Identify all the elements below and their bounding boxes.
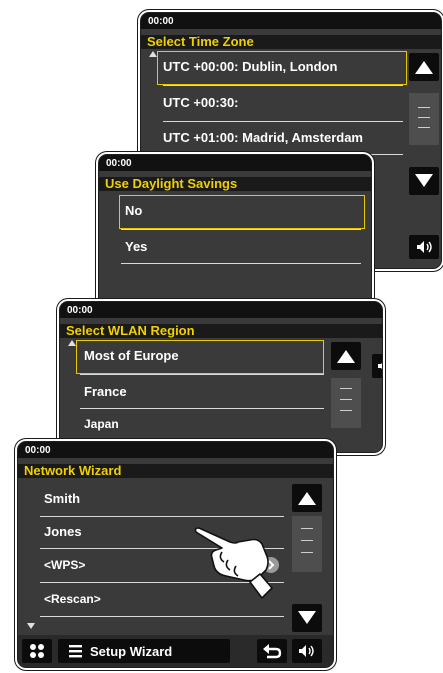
menu-button[interactable] xyxy=(22,639,52,663)
timezone-item[interactable]: UTC +00:30: xyxy=(163,95,239,110)
network-item[interactable]: <WPS> xyxy=(44,558,85,572)
scroll-thumb-grip xyxy=(301,552,313,553)
status-clock: 00:00 xyxy=(99,155,371,171)
setup-wizard-label: Setup Wizard xyxy=(90,644,173,659)
wlan-region-item[interactable]: Japan xyxy=(84,417,119,431)
status-clock: 00:00 xyxy=(18,442,333,458)
scroll-up-indicator-icon xyxy=(149,51,157,57)
volume-button[interactable] xyxy=(292,639,322,663)
return-arrow-icon xyxy=(263,644,282,659)
volume-button[interactable] xyxy=(372,354,382,378)
scroll-thumb-grip xyxy=(301,540,313,541)
pointing-hand-icon xyxy=(194,527,273,599)
scroll-thumb-grip xyxy=(340,399,352,400)
scroll-thumb-grip xyxy=(418,127,430,128)
volume-button[interactable] xyxy=(409,235,439,259)
status-clock: 00:00 xyxy=(141,13,441,29)
list-icon xyxy=(69,645,82,658)
scroll-thumb-grip xyxy=(418,117,430,118)
triangle-down-icon xyxy=(298,611,316,624)
selected-row-highlight xyxy=(119,195,365,229)
network-item[interactable]: Smith xyxy=(44,491,80,506)
speaker-icon xyxy=(417,241,432,253)
timezone-item[interactable]: UTC +00:00: Dublin, London xyxy=(163,59,337,74)
speaker-icon xyxy=(378,363,382,369)
divider xyxy=(80,374,324,375)
screen-title: Use Daylight Savings xyxy=(99,177,371,191)
scroll-down-button[interactable] xyxy=(409,167,439,195)
triangle-down-icon xyxy=(415,174,433,187)
screen-title: Select WLAN Region xyxy=(60,324,382,338)
scroll-thumb-grip xyxy=(418,107,430,108)
network-item[interactable]: Jones xyxy=(44,524,82,539)
bottom-toolbar: Setup Wizard xyxy=(18,635,333,667)
scroll-up-indicator-icon xyxy=(68,340,76,346)
scroll-thumb-grip xyxy=(301,528,313,529)
scroll-down-indicator-icon xyxy=(27,623,35,629)
screen-title: Network Wizard xyxy=(18,464,333,478)
volume-button[interactable] xyxy=(333,500,334,524)
scroll-up-button[interactable] xyxy=(331,342,361,370)
scroll-thumb-grip xyxy=(340,388,352,389)
scroll-up-button[interactable] xyxy=(409,53,439,81)
scrollbar-track[interactable] xyxy=(292,516,322,572)
back-button[interactable] xyxy=(257,639,287,663)
grid-menu-icon xyxy=(30,644,44,658)
wlan-region-item[interactable]: France xyxy=(84,384,127,399)
wlan-screen: 00:00 Select WLAN Region Most of Europe … xyxy=(59,301,383,453)
divider xyxy=(80,408,324,409)
scroll-up-button[interactable] xyxy=(292,484,322,512)
triangle-up-icon xyxy=(337,350,355,363)
scrollbar-track[interactable] xyxy=(409,93,439,145)
speaker-icon xyxy=(299,645,314,657)
status-clock: 00:00 xyxy=(60,302,382,318)
wlan-region-item[interactable]: Most of Europe xyxy=(84,348,179,363)
daylight-option[interactable]: No xyxy=(125,203,142,218)
scroll-thumb-grip xyxy=(340,410,352,411)
scrollbar-track[interactable] xyxy=(331,378,361,428)
scroll-down-button[interactable] xyxy=(292,604,322,632)
divider xyxy=(40,516,284,517)
divider xyxy=(121,229,361,230)
divider xyxy=(121,263,361,264)
divider xyxy=(40,616,284,617)
timezone-item[interactable]: UTC +01:00: Madrid, Amsterdam xyxy=(163,130,363,145)
setup-wizard-button[interactable]: Setup Wizard xyxy=(58,639,230,663)
triangle-up-icon xyxy=(415,61,433,74)
divider xyxy=(163,121,403,122)
triangle-up-icon xyxy=(298,492,316,505)
daylight-option[interactable]: Yes xyxy=(125,239,147,254)
network-item[interactable]: <Rescan> xyxy=(44,592,101,606)
divider xyxy=(163,85,403,86)
speaker-icon xyxy=(333,500,334,524)
screen-title: Select Time Zone xyxy=(141,35,441,49)
